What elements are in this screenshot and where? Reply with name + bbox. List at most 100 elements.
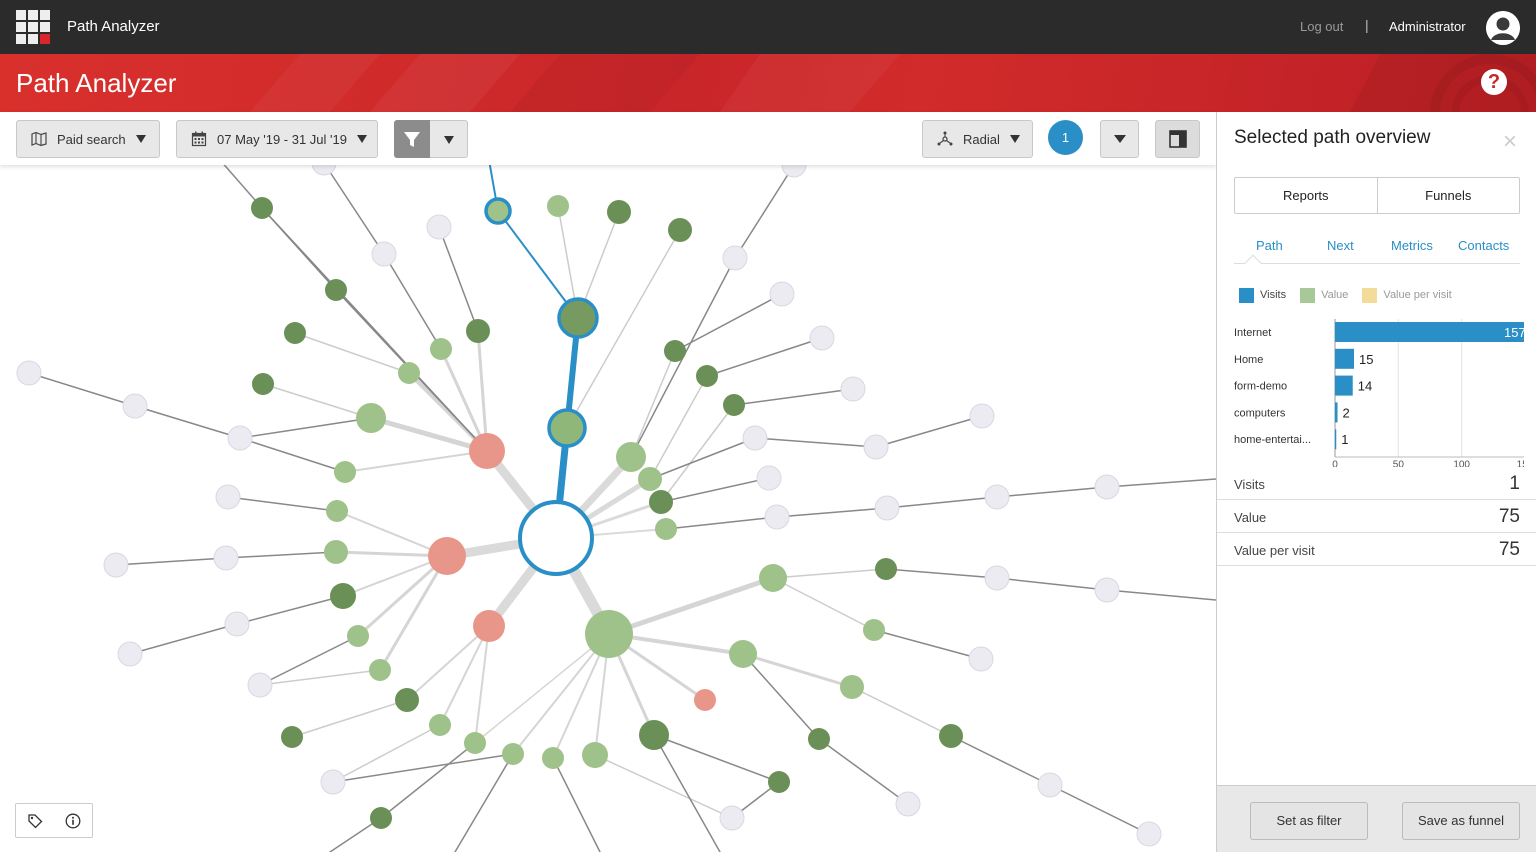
graph-node[interactable] [215, 484, 241, 510]
graph-node[interactable] [840, 675, 864, 699]
logout-link[interactable]: Log out [1300, 19, 1343, 34]
graph-node[interactable] [247, 672, 273, 698]
graph-node[interactable] [371, 241, 397, 267]
tab-metrics[interactable]: Metrics [1391, 238, 1433, 253]
graph-node[interactable] [984, 565, 1010, 591]
graph-node[interactable] [284, 322, 306, 344]
filter-dropdown-button[interactable] [430, 120, 468, 158]
graph-node[interactable] [547, 408, 587, 448]
selected-count-badge[interactable]: 1 [1048, 120, 1083, 155]
graph-node[interactable] [808, 728, 830, 750]
graph-node[interactable] [969, 403, 995, 429]
graph-node[interactable] [466, 319, 490, 343]
segment-funnels[interactable]: Funnels [1378, 178, 1520, 213]
graph-node[interactable] [729, 640, 757, 668]
graph-node[interactable] [968, 646, 994, 672]
graph-node[interactable] [649, 490, 673, 514]
selection-dropdown-button[interactable] [1100, 120, 1139, 158]
info-button[interactable] [54, 804, 92, 837]
graph-node[interactable] [347, 625, 369, 647]
chart-bar[interactable] [1335, 322, 1524, 342]
graph-node[interactable] [863, 434, 889, 460]
graph-node[interactable] [875, 558, 897, 580]
graph-node[interactable] [1136, 821, 1162, 847]
graph-node[interactable] [356, 403, 386, 433]
graph-node[interactable] [227, 425, 253, 451]
graph-node[interactable] [281, 726, 303, 748]
chart-bar[interactable] [1335, 429, 1337, 450]
graph-node[interactable] [224, 611, 250, 637]
graph-node[interactable] [16, 360, 42, 386]
graph-node[interactable] [664, 340, 686, 362]
graph-node[interactable] [428, 537, 466, 575]
chart-bar[interactable] [1335, 348, 1354, 369]
help-icon[interactable]: ? [1481, 69, 1507, 95]
graph-node[interactable] [473, 610, 505, 642]
graph-node[interactable] [122, 393, 148, 419]
graph-node[interactable] [324, 540, 348, 564]
graph-node[interactable] [668, 218, 692, 242]
legend-item-value-per-visit[interactable]: Value per visit [1362, 287, 1452, 303]
graph-node[interactable] [764, 504, 790, 530]
graph-node[interactable] [582, 742, 608, 768]
graph-node[interactable] [251, 197, 273, 219]
graph-node[interactable] [518, 500, 594, 576]
graph-node[interactable] [1094, 474, 1120, 500]
graph-node[interactable] [607, 200, 631, 224]
graph-node[interactable] [426, 214, 452, 240]
set-as-filter-button[interactable]: Set as filter [1250, 802, 1368, 840]
graph-node[interactable] [863, 619, 885, 641]
avatar[interactable] [1486, 11, 1520, 45]
graph-node[interactable] [429, 714, 451, 736]
graph-node[interactable] [334, 461, 356, 483]
graph-node[interactable] [252, 373, 274, 395]
chart-bar[interactable] [1335, 375, 1353, 396]
graph-node[interactable] [103, 552, 129, 578]
graph-node[interactable] [117, 641, 143, 667]
legend-item-value[interactable]: Value [1300, 287, 1348, 303]
graph-node[interactable] [326, 500, 348, 522]
graph-node[interactable] [547, 195, 569, 217]
path-graph[interactable] [0, 112, 1216, 852]
graph-node[interactable] [1094, 577, 1120, 603]
toggle-panel-button[interactable] [1155, 120, 1200, 158]
graph-node[interactable] [768, 771, 790, 793]
graph-node[interactable] [330, 583, 356, 609]
layout-select-button[interactable]: Radial [922, 120, 1033, 158]
graph-node[interactable] [895, 791, 921, 817]
graph-node[interactable] [585, 610, 633, 658]
graph-node[interactable] [756, 465, 782, 491]
graph-node[interactable] [742, 425, 768, 451]
graph-node[interactable] [320, 769, 346, 795]
tab-contacts[interactable]: Contacts [1458, 238, 1509, 253]
graph-node[interactable] [542, 747, 564, 769]
graph-node[interactable] [430, 338, 452, 360]
filter-button[interactable] [394, 120, 430, 158]
graph-node[interactable] [719, 805, 745, 831]
graph-node[interactable] [1037, 772, 1063, 798]
graph-node[interactable] [655, 518, 677, 540]
segment-reports[interactable]: Reports [1235, 178, 1378, 213]
tab-path[interactable]: Path [1256, 238, 1283, 253]
graph-node[interactable] [616, 442, 646, 472]
graph-node[interactable] [840, 376, 866, 402]
close-icon[interactable]: × [1503, 130, 1517, 154]
graph-node[interactable] [557, 297, 599, 339]
graph-node[interactable] [723, 394, 745, 416]
graph-node[interactable] [369, 659, 391, 681]
labels-toggle-button[interactable] [16, 804, 54, 837]
graph-node[interactable] [638, 467, 662, 491]
user-name[interactable]: Administrator [1389, 19, 1466, 34]
tab-next[interactable]: Next [1327, 238, 1354, 253]
graph-node[interactable] [874, 495, 900, 521]
graph-node[interactable] [398, 362, 420, 384]
graph-node[interactable] [395, 688, 419, 712]
legend-item-visits[interactable]: Visits [1239, 287, 1286, 303]
graph-node[interactable] [469, 433, 505, 469]
graph-node[interactable] [809, 325, 835, 351]
graph-node[interactable] [484, 197, 512, 225]
chart-bar[interactable] [1335, 402, 1338, 423]
graph-node[interactable] [325, 279, 347, 301]
save-as-funnel-button[interactable]: Save as funnel [1402, 802, 1520, 840]
map-select-button[interactable]: Paid search [16, 120, 160, 158]
